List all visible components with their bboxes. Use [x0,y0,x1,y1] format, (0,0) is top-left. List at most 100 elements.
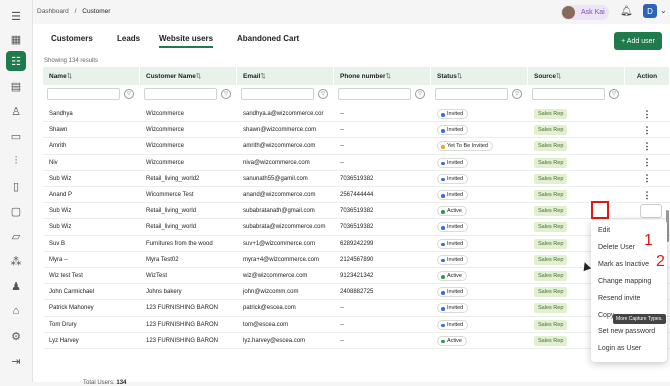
settings-icon[interactable]: ⚙ [6,326,26,346]
cell-email: wiz@wizcommerce.com [243,273,308,279]
table-row[interactable]: Sub Wiz Retail_living_world2 sanunath55@ga… [43,171,670,187]
more-actions-icon[interactable]: ⋮ [642,106,652,122]
bell-icon[interactable]: 🔔︎ [620,6,633,17]
table-row[interactable]: Wiz test Test WizTest wiz@wizcommerce.com 9… [43,268,670,285]
filter-icon[interactable]: ▽ [221,89,231,99]
tab-customers[interactable]: Customers [51,34,93,43]
menu-item-copy[interactable]: Copy [598,312,614,319]
source-badge: Sales Rep [534,319,568,330]
sort-icon[interactable]: ⇅ [67,72,72,80]
tab-leads[interactable]: Leads [117,34,140,43]
filter-input-customer-name[interactable] [144,88,217,100]
sort-icon[interactable]: ⇅ [260,72,265,80]
menu-item-set-password[interactable]: Set new password [598,328,655,335]
menu-item-login-as-user[interactable]: Login as User [598,345,641,352]
analytics-icon[interactable]: ⫶ [6,151,26,171]
user-avatar[interactable]: D [643,4,657,18]
user-settings-icon[interactable]: ♟ [6,276,26,296]
cell-email: tom@escea.com [243,321,289,328]
cell-customer: Johns bakery [146,289,182,296]
cell-customer: WizTest [146,273,167,279]
filter-input-email[interactable] [241,88,314,100]
cell-customer: Furnitures from the wood [146,240,213,247]
table-row[interactable]: Lyz Harvey 123 FURNISHING BARON lyz.harvey… [43,333,670,349]
folder-icon[interactable]: ▱ [6,226,26,246]
cell-email: patrick@escea.com [243,305,296,312]
filter-input-phone-number[interactable] [338,88,411,100]
source-badge: Sales Rep [534,173,568,184]
menu-icon[interactable]: ☰ [6,6,26,26]
table-header: Name ⇅ Customer Name ⇅ Email ⇅ Phone number… [43,67,670,85]
cell-email: sandhya.a@wizcommerce.cor [243,111,324,117]
filter-icon[interactable]: ▽ [415,89,425,99]
table-row[interactable]: Tom Drury 123 FURNISHING BARON tom@escea.c… [43,317,670,333]
menu-item-edit[interactable]: Edit [598,227,610,234]
network-icon[interactable]: ⁂ [6,251,26,271]
table-row[interactable]: Sub Wiz Retail_living_world subabrata@wizc… [43,219,670,236]
store-icon[interactable]: ⌂ [6,301,26,321]
column-header-customer-name[interactable]: Customer Name ⇅ [140,67,237,85]
cell-phone: 7036519382 [340,175,374,182]
tab-website-users[interactable]: Website users [159,34,214,48]
status-badge: Invited [437,287,469,298]
column-header-label: Customer Name [146,72,196,80]
menu-item-mark-inactive[interactable]: Mark as Inactive [598,261,649,268]
table-row[interactable]: Sandhya Wizcommerce sandhya.a@wizcommerce.… [43,106,670,123]
column-header-email[interactable]: Email ⇅ [237,67,334,85]
add-user-button[interactable]: + Add user [614,32,662,50]
tab-abandoned-cart[interactable]: Abandoned Cart [237,34,299,43]
source-badge: Sales Rep [534,190,568,200]
more-actions-icon[interactable]: ⋮ [642,122,652,138]
column-header-status[interactable]: Status ⇅ [431,67,528,85]
ask-kai-button[interactable]: Ask Kai [561,5,609,20]
table-row[interactable]: Amrith Wizcommerce amrith@wizcommerce.com -… [43,138,670,155]
table-row[interactable]: John Carmichael Johns bakery john@wizcomm.… [43,284,670,301]
column-header-phone-number[interactable]: Phone number ⇅ [334,67,431,85]
table-row[interactable]: Shawn Wizcommerce shawn@wizcommerce.com -- I… [43,122,670,139]
user-icon[interactable]: ♙ [6,101,26,121]
cell-email: sanunath55@gamil.com [243,175,308,182]
payments-icon[interactable]: ▭ [6,126,26,146]
table-row[interactable]: Sub Wiz Retail_living_world subabratanath@… [43,203,670,220]
more-actions-icon[interactable]: ⋮ [642,187,652,203]
sort-icon[interactable]: ⇅ [386,72,391,80]
sort-icon[interactable]: ⇅ [556,72,561,80]
more-actions-icon[interactable]: ⋮ [642,171,652,187]
table-row[interactable]: Suv B Furnitures from the wood suv+1@wizco… [43,236,670,252]
menu-item-change-mapping[interactable]: Change mapping [598,278,651,285]
filter-icon[interactable]: ▽ [512,89,522,99]
sort-icon[interactable]: ⇅ [196,72,201,80]
breadcrumb-dashboard[interactable]: Dashboard [37,8,69,15]
cell-name: Suv B [49,240,66,247]
filter-icon[interactable]: ▽ [124,89,134,99]
orders-icon[interactable]: ▤ [6,76,26,96]
sort-icon[interactable]: ⇅ [457,72,462,80]
cell-name: Sub Wiz [49,175,72,182]
table-row[interactable]: Myra -- Myra Test02 myra+4@wizcommerce.com… [43,252,670,268]
table-row[interactable]: Anand P Wicommerce Test anand@wizcommerce.… [43,187,670,204]
clipboard-icon[interactable]: ▯ [6,176,26,196]
cell-phone: 2124567890 [340,256,374,263]
source-badge: Sales Rep [534,271,568,281]
column-header-name[interactable]: Name ⇅ [43,67,140,85]
document-icon[interactable]: ▢ [6,201,26,221]
filter-input-source[interactable] [532,88,605,100]
menu-item-delete-user[interactable]: Delete User [598,244,635,251]
status-badge: Invited [437,157,469,168]
filter-input-status[interactable] [435,88,508,100]
table-row[interactable]: Patrick Mahoney 123 FURNISHING BARON patri… [43,300,670,317]
menu-item-resend-invite[interactable]: Resend invite [598,295,640,302]
column-header-source[interactable]: Source ⇅ [528,67,625,85]
table-row[interactable]: Niv Wizcommerce niva@wizcommerce.com -- Invi… [43,155,670,171]
cell-name: Wiz test Test [49,273,83,279]
cell-phone: 6289242299 [340,240,374,247]
logout-icon[interactable]: ⇥ [6,351,26,371]
chevron-down-icon[interactable]: ⌄ [660,6,667,15]
more-actions-icon[interactable]: ⋮ [642,155,652,171]
customers-icon[interactable]: ☷ [6,51,26,71]
filter-icon[interactable]: ▽ [318,89,328,99]
filter-input-name[interactable] [47,88,120,100]
more-actions-icon[interactable]: ⋮ [642,138,652,154]
filter-icon[interactable]: ▽ [609,89,619,99]
dashboard-icon[interactable]: ▦ [6,29,26,49]
